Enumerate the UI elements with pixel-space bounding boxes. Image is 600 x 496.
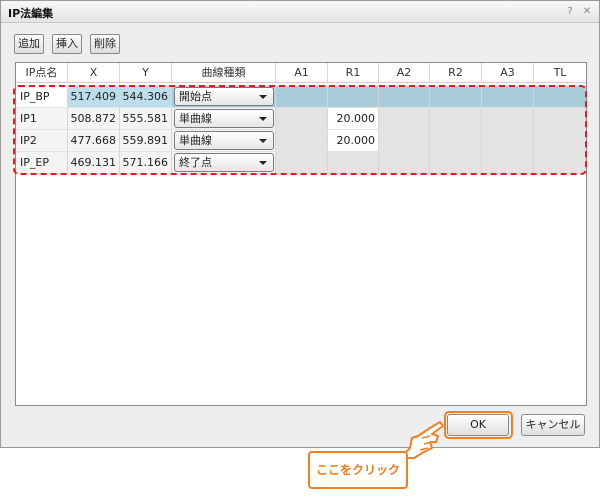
title-bar: IP法編集 ? ✕ [1,1,599,23]
column-header-a2[interactable]: A2 [379,63,430,82]
delete-button[interactable]: 削除 [90,34,120,54]
insert-button[interactable]: 挿入 [52,34,82,54]
close-icon[interactable]: ✕ [580,5,594,19]
rows-highlight-box [13,85,587,175]
table-header: IP点名 X Y 曲線種類 A1 R1 A2 R2 A3 TL [16,63,586,83]
column-header-r1[interactable]: R1 [328,63,379,82]
add-button[interactable]: 追加 [14,34,44,54]
column-header-r2[interactable]: R2 [430,63,482,82]
column-header-x[interactable]: X [68,63,120,82]
column-header-a1[interactable]: A1 [276,63,328,82]
window-title: IP法編集 [8,7,54,20]
ip-edit-dialog: IP法編集 ? ✕ 追加 挿入 削除 IP点名 X Y 曲線種類 A1 R1 A… [0,0,600,448]
column-header-ip-name[interactable]: IP点名 [16,63,68,82]
click-here-callout: ここをクリック [308,451,408,489]
cancel-button[interactable]: キャンセル [521,414,585,436]
column-header-tl[interactable]: TL [534,63,586,82]
column-header-a3[interactable]: A3 [482,63,534,82]
help-icon[interactable]: ? [563,5,577,19]
column-header-y[interactable]: Y [120,63,172,82]
ok-button-highlight [444,411,513,439]
column-header-curve-type[interactable]: 曲線種類 [172,63,276,82]
